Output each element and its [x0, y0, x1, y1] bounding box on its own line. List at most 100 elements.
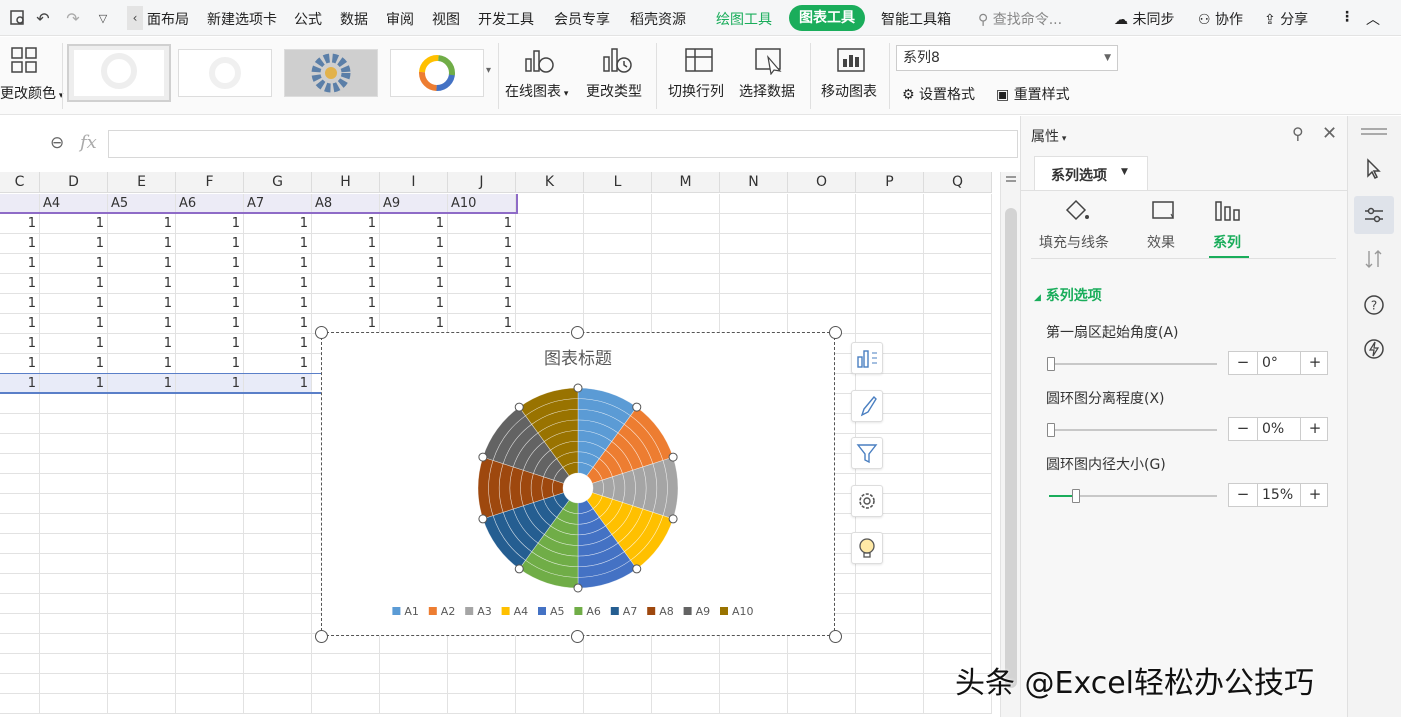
cell[interactable]: [856, 694, 924, 714]
sort-icon[interactable]: [1363, 248, 1385, 270]
cell[interactable]: A4: [40, 194, 108, 214]
cell[interactable]: [176, 574, 244, 594]
column-header-f[interactable]: F: [176, 172, 244, 193]
cell[interactable]: [108, 494, 176, 514]
cell[interactable]: [924, 474, 992, 494]
cell[interactable]: [244, 514, 312, 534]
cell[interactable]: [652, 254, 720, 274]
cell[interactable]: [0, 694, 40, 714]
cell[interactable]: 1: [244, 294, 312, 314]
cell[interactable]: 1: [244, 234, 312, 254]
cell[interactable]: [924, 314, 992, 334]
cell[interactable]: 1: [176, 254, 244, 274]
menu-developer[interactable]: 开发工具: [478, 9, 534, 29]
decrement-button[interactable]: −: [1229, 484, 1257, 506]
chart-style-2[interactable]: [178, 49, 272, 97]
cell[interactable]: [924, 334, 992, 354]
cell[interactable]: [108, 454, 176, 474]
column-header-p[interactable]: P: [856, 172, 924, 193]
cell[interactable]: [652, 214, 720, 234]
cell[interactable]: [312, 694, 380, 714]
cell[interactable]: [108, 654, 176, 674]
cell[interactable]: 1: [0, 374, 40, 394]
column-header-l[interactable]: L: [584, 172, 652, 193]
cell[interactable]: [176, 474, 244, 494]
cell[interactable]: [856, 194, 924, 214]
cell[interactable]: [924, 514, 992, 534]
cell[interactable]: [0, 594, 40, 614]
cell[interactable]: [720, 274, 788, 294]
slice-a8-ring-3[interactable]: [530, 473, 544, 503]
cell[interactable]: [40, 694, 108, 714]
online-chart-button[interactable]: 在线图表 ▾: [505, 81, 568, 101]
cell[interactable]: [856, 234, 924, 254]
cell[interactable]: [380, 674, 448, 694]
cell[interactable]: [924, 414, 992, 434]
cell[interactable]: [516, 214, 584, 234]
cell[interactable]: [40, 534, 108, 554]
legend-label-a7[interactable]: A7: [623, 605, 638, 618]
cell[interactable]: [40, 554, 108, 574]
cell[interactable]: [788, 694, 856, 714]
cell[interactable]: 1: [108, 274, 176, 294]
formula-input[interactable]: [108, 130, 1018, 158]
scrollbar-thumb[interactable]: [1005, 208, 1017, 688]
cell[interactable]: [244, 474, 312, 494]
cell[interactable]: [176, 394, 244, 414]
cell[interactable]: [856, 594, 924, 614]
stepper-value[interactable]: 15%: [1257, 484, 1301, 506]
cell[interactable]: [652, 194, 720, 214]
cell[interactable]: [176, 494, 244, 514]
cell[interactable]: [720, 214, 788, 234]
smart-suggest-button[interactable]: [851, 532, 883, 564]
chart-styles-button[interactable]: [851, 390, 883, 422]
cell[interactable]: [448, 654, 516, 674]
cell[interactable]: [652, 674, 720, 694]
slider-knob[interactable]: [1047, 423, 1055, 437]
cell[interactable]: 1: [40, 314, 108, 334]
chart-style-4[interactable]: [390, 49, 484, 97]
change-color-button[interactable]: 更改颜色 ▾: [0, 83, 63, 103]
column-header-m[interactable]: M: [652, 172, 720, 193]
resize-handle-n[interactable]: [571, 326, 584, 339]
slice-a3-ring-3[interactable]: [612, 473, 626, 503]
print-preview-icon[interactable]: [8, 8, 28, 28]
cell[interactable]: [244, 654, 312, 674]
cell[interactable]: 1: [0, 214, 40, 234]
resize-handle-s[interactable]: [571, 630, 584, 643]
cell[interactable]: [788, 194, 856, 214]
collapse-ribbon-icon[interactable]: ︿: [1366, 9, 1380, 29]
pin-icon[interactable]: ⚲: [1292, 124, 1304, 143]
change-type-button[interactable]: 更改类型: [586, 81, 642, 101]
cell[interactable]: [244, 414, 312, 434]
cell[interactable]: 1: [0, 334, 40, 354]
legend-label-a5[interactable]: A5: [550, 605, 565, 618]
cell[interactable]: A5: [108, 194, 176, 214]
cell[interactable]: [924, 294, 992, 314]
cell[interactable]: 1: [448, 214, 516, 234]
reset-style-button[interactable]: ▣ 重置样式: [996, 84, 1070, 104]
series-point-handle[interactable]: [478, 514, 488, 524]
move-chart-button[interactable]: 移动图表: [821, 81, 877, 101]
column-header-n[interactable]: N: [720, 172, 788, 193]
cell[interactable]: [108, 674, 176, 694]
cell[interactable]: 1: [108, 234, 176, 254]
cell[interactable]: [584, 654, 652, 674]
cell[interactable]: 1: [448, 294, 516, 314]
vertical-scrollbar[interactable]: [1000, 172, 1020, 717]
cell[interactable]: [720, 234, 788, 254]
cell[interactable]: 1: [244, 354, 312, 374]
cell[interactable]: [108, 594, 176, 614]
chart-area[interactable]: 图表标题 A1 A2 A3 A4 A5 A6 A7 A8 A9 A10: [321, 332, 835, 636]
cell[interactable]: [244, 674, 312, 694]
cell[interactable]: 1: [380, 274, 448, 294]
redo-icon[interactable]: ↷: [63, 8, 83, 28]
cell[interactable]: [244, 534, 312, 554]
cell[interactable]: 1: [0, 234, 40, 254]
cell[interactable]: [924, 594, 992, 614]
cell[interactable]: [856, 254, 924, 274]
cell[interactable]: 1: [448, 274, 516, 294]
slider-knob[interactable]: [1047, 357, 1055, 371]
cell[interactable]: [856, 274, 924, 294]
cell[interactable]: [108, 634, 176, 654]
